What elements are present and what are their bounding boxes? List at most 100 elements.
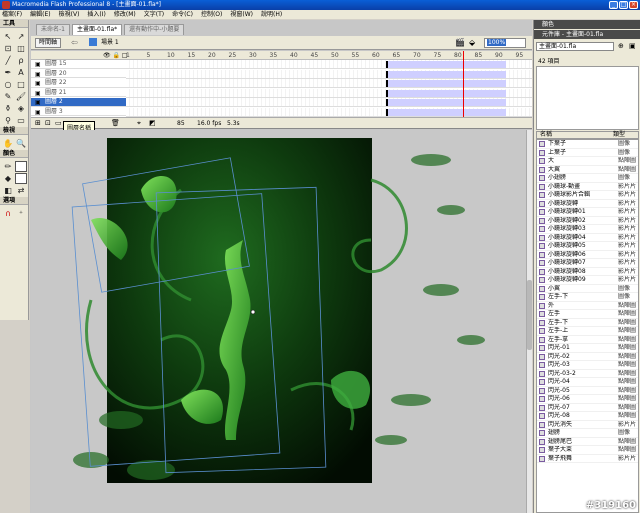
layer-frames[interactable]: [126, 107, 532, 117]
scroll-thumb[interactable]: [527, 280, 532, 350]
layer-name[interactable]: 圖層 3: [31, 108, 126, 116]
timeline-toggle-button[interactable]: 時間軸: [35, 38, 62, 48]
stage-vertical-scrollbar[interactable]: [526, 130, 532, 513]
hand-tool-icon[interactable]: ✋: [2, 138, 14, 149]
library-item[interactable]: 左手-上 點陣圖: [537, 327, 638, 336]
motion-tween-span[interactable]: [386, 89, 506, 97]
library-item[interactable]: 閃光消失 影片片: [537, 421, 638, 429]
library-item[interactable]: 小鏡球-動畫 影片片: [537, 183, 638, 191]
tab-other[interactable]: 還有動作中-小題要: [124, 24, 185, 35]
free-transform-tool-icon[interactable]: ⊡: [2, 43, 14, 54]
library-item[interactable]: 小鏡球旋轉09 影片片: [537, 276, 638, 285]
pin-icon[interactable]: ⊕: [618, 42, 624, 50]
library-item[interactable]: 小鏡球旋轉08 影片片: [537, 268, 638, 276]
lasso-tool-icon[interactable]: ρ: [15, 55, 27, 66]
library-item[interactable]: 翅膀尾巴 點陣圖: [537, 438, 638, 446]
ink-bottle-tool-icon[interactable]: ⚱: [2, 103, 14, 114]
library-item[interactable]: 閃光-08 點陣圖: [537, 412, 638, 421]
back-arrow-icon[interactable]: ⇦: [71, 38, 78, 48]
fill-swatch[interactable]: [15, 173, 27, 184]
pencil-tool-icon[interactable]: ✎: [2, 91, 14, 102]
add-guide-icon[interactable]: ⊡: [45, 119, 51, 127]
stroke-color-icon[interactable]: ✏: [2, 161, 14, 172]
menu-item-7[interactable]: 控制(O): [201, 10, 222, 19]
library-item[interactable]: 小鏡球旋轉07 影片片: [537, 259, 638, 268]
library-item[interactable]: 翅膀 圖像: [537, 429, 638, 438]
library-item[interactable]: 小鏡球旋轉02 影片片: [537, 217, 638, 225]
layer-name[interactable]: 圖層 2: [31, 98, 126, 107]
stage-workspace[interactable]: [31, 130, 526, 513]
stroke-swatch[interactable]: [15, 161, 27, 172]
library-item[interactable]: 小翼 圖像: [537, 285, 638, 293]
library-item[interactable]: 閃光-03 點陣圖: [537, 361, 638, 370]
library-item[interactable]: 小鏡球旋轉06 影片片: [537, 251, 638, 259]
timeline-layer-row[interactable]: 圖層 3 ▣: [31, 107, 532, 118]
library-item[interactable]: 小鏡球影片合輯 影片片: [537, 191, 638, 200]
layer-frames[interactable]: [126, 79, 532, 88]
library-document-select[interactable]: 主畫面-01.fla: [536, 42, 614, 51]
center-frame-icon[interactable]: ⌖: [137, 119, 141, 128]
layer-name[interactable]: 圖層 15: [31, 60, 126, 69]
menu-item-8[interactable]: 視窗(W): [230, 10, 253, 19]
layer-name[interactable]: 圖層 22: [31, 79, 126, 88]
layer-frames[interactable]: [126, 60, 532, 69]
library-item[interactable]: 左手-下 點陣圖: [537, 319, 638, 327]
library-item[interactable]: 閃光-06 點陣圖: [537, 395, 638, 404]
menu-item-0[interactable]: 檔案(F): [2, 10, 22, 19]
menu-item-3[interactable]: 插入(I): [87, 10, 105, 19]
black-white-icon[interactable]: ◧: [2, 185, 14, 196]
menu-item-5[interactable]: 文字(T): [144, 10, 164, 19]
timeline-layer-row[interactable]: 圖層 22 ▣: [31, 79, 532, 89]
library-item[interactable]: 閃光-04 點陣圖: [537, 378, 638, 387]
library-item[interactable]: 左手-下 圖像: [537, 293, 638, 302]
library-item[interactable]: 閃光-07 點陣圖: [537, 404, 638, 412]
motion-tween-span[interactable]: [386, 99, 506, 106]
swap-colors-icon[interactable]: ⇄: [15, 185, 27, 196]
library-item[interactable]: 小翅膀 圖像: [537, 174, 638, 183]
library-item[interactable]: 小鏡球旋轉03 影片片: [537, 225, 638, 234]
layer-frames[interactable]: [126, 69, 532, 79]
library-item[interactable]: 小鏡球旋轉04 影片片: [537, 234, 638, 242]
library-item[interactable]: 閃光-03-2 點陣圖: [537, 370, 638, 378]
name-column-header[interactable]: 名稱: [540, 132, 552, 138]
library-item[interactable]: 左手 點陣圖: [537, 310, 638, 319]
tab-untitled[interactable]: 未命名-1: [36, 24, 70, 35]
library-item[interactable]: 小鏡球旋轉 影片片: [537, 200, 638, 208]
line-tool-icon[interactable]: ╱: [2, 55, 14, 66]
menu-item-6[interactable]: 命令(C): [172, 10, 193, 19]
motion-tween-span[interactable]: [386, 70, 506, 78]
layer-frames[interactable]: [126, 98, 532, 107]
timeline-layer-row[interactable]: 圖層 20 ▣: [31, 69, 532, 80]
pen-tool-icon[interactable]: ✒: [2, 67, 14, 78]
library-item[interactable]: 葉子飛舞 影片片: [537, 455, 638, 463]
paint-bucket-tool-icon[interactable]: ◈: [15, 103, 27, 114]
gradient-transform-tool-icon[interactable]: ◫: [15, 43, 27, 54]
motion-tween-span[interactable]: [386, 108, 506, 116]
snap-magnet-icon[interactable]: ∩: [2, 208, 14, 219]
eyedropper-tool-icon[interactable]: ⚲: [2, 115, 14, 126]
zoom-tool-icon[interactable]: 🔍: [15, 138, 27, 149]
subselection-tool-icon[interactable]: ↗: [15, 31, 27, 42]
library-item[interactable]: 大 點陣圖: [537, 157, 638, 166]
motion-tween-span[interactable]: [386, 80, 506, 87]
eraser-tool-icon[interactable]: ▭: [15, 115, 27, 126]
delete-layer-icon[interactable]: 🗑: [111, 119, 120, 127]
edit-scene-icon[interactable]: 🎬: [455, 38, 465, 48]
type-column-header[interactable]: 類型: [613, 132, 625, 138]
zoom-select[interactable]: 100%: [484, 38, 526, 48]
fill-color-icon[interactable]: ◆: [2, 173, 14, 184]
layer-frames[interactable]: [126, 88, 532, 98]
library-panel-header[interactable]: 元件庫 - 主畫面-01.fla: [534, 30, 640, 39]
add-folder-icon[interactable]: ▭: [55, 119, 62, 127]
timeline-layer-row[interactable]: 圖層 2 ▣: [31, 98, 532, 108]
library-item[interactable]: 下葉子 圖像: [537, 140, 638, 149]
library-item[interactable]: 小鏡球旋轉01 影片片: [537, 208, 638, 217]
library-item[interactable]: 葉子大束 點陣圖: [537, 446, 638, 455]
menu-item-2[interactable]: 檢視(V): [59, 10, 80, 19]
smooth-icon[interactable]: ⁺: [15, 208, 27, 219]
timeline-layer-row[interactable]: 圖層 21 ▣: [31, 88, 532, 99]
add-layer-icon[interactable]: ⊞: [35, 119, 41, 127]
rectangle-tool-icon[interactable]: □: [15, 79, 27, 90]
menu-item-4[interactable]: 修改(M): [114, 10, 136, 19]
close-button[interactable]: ×: [629, 1, 638, 9]
